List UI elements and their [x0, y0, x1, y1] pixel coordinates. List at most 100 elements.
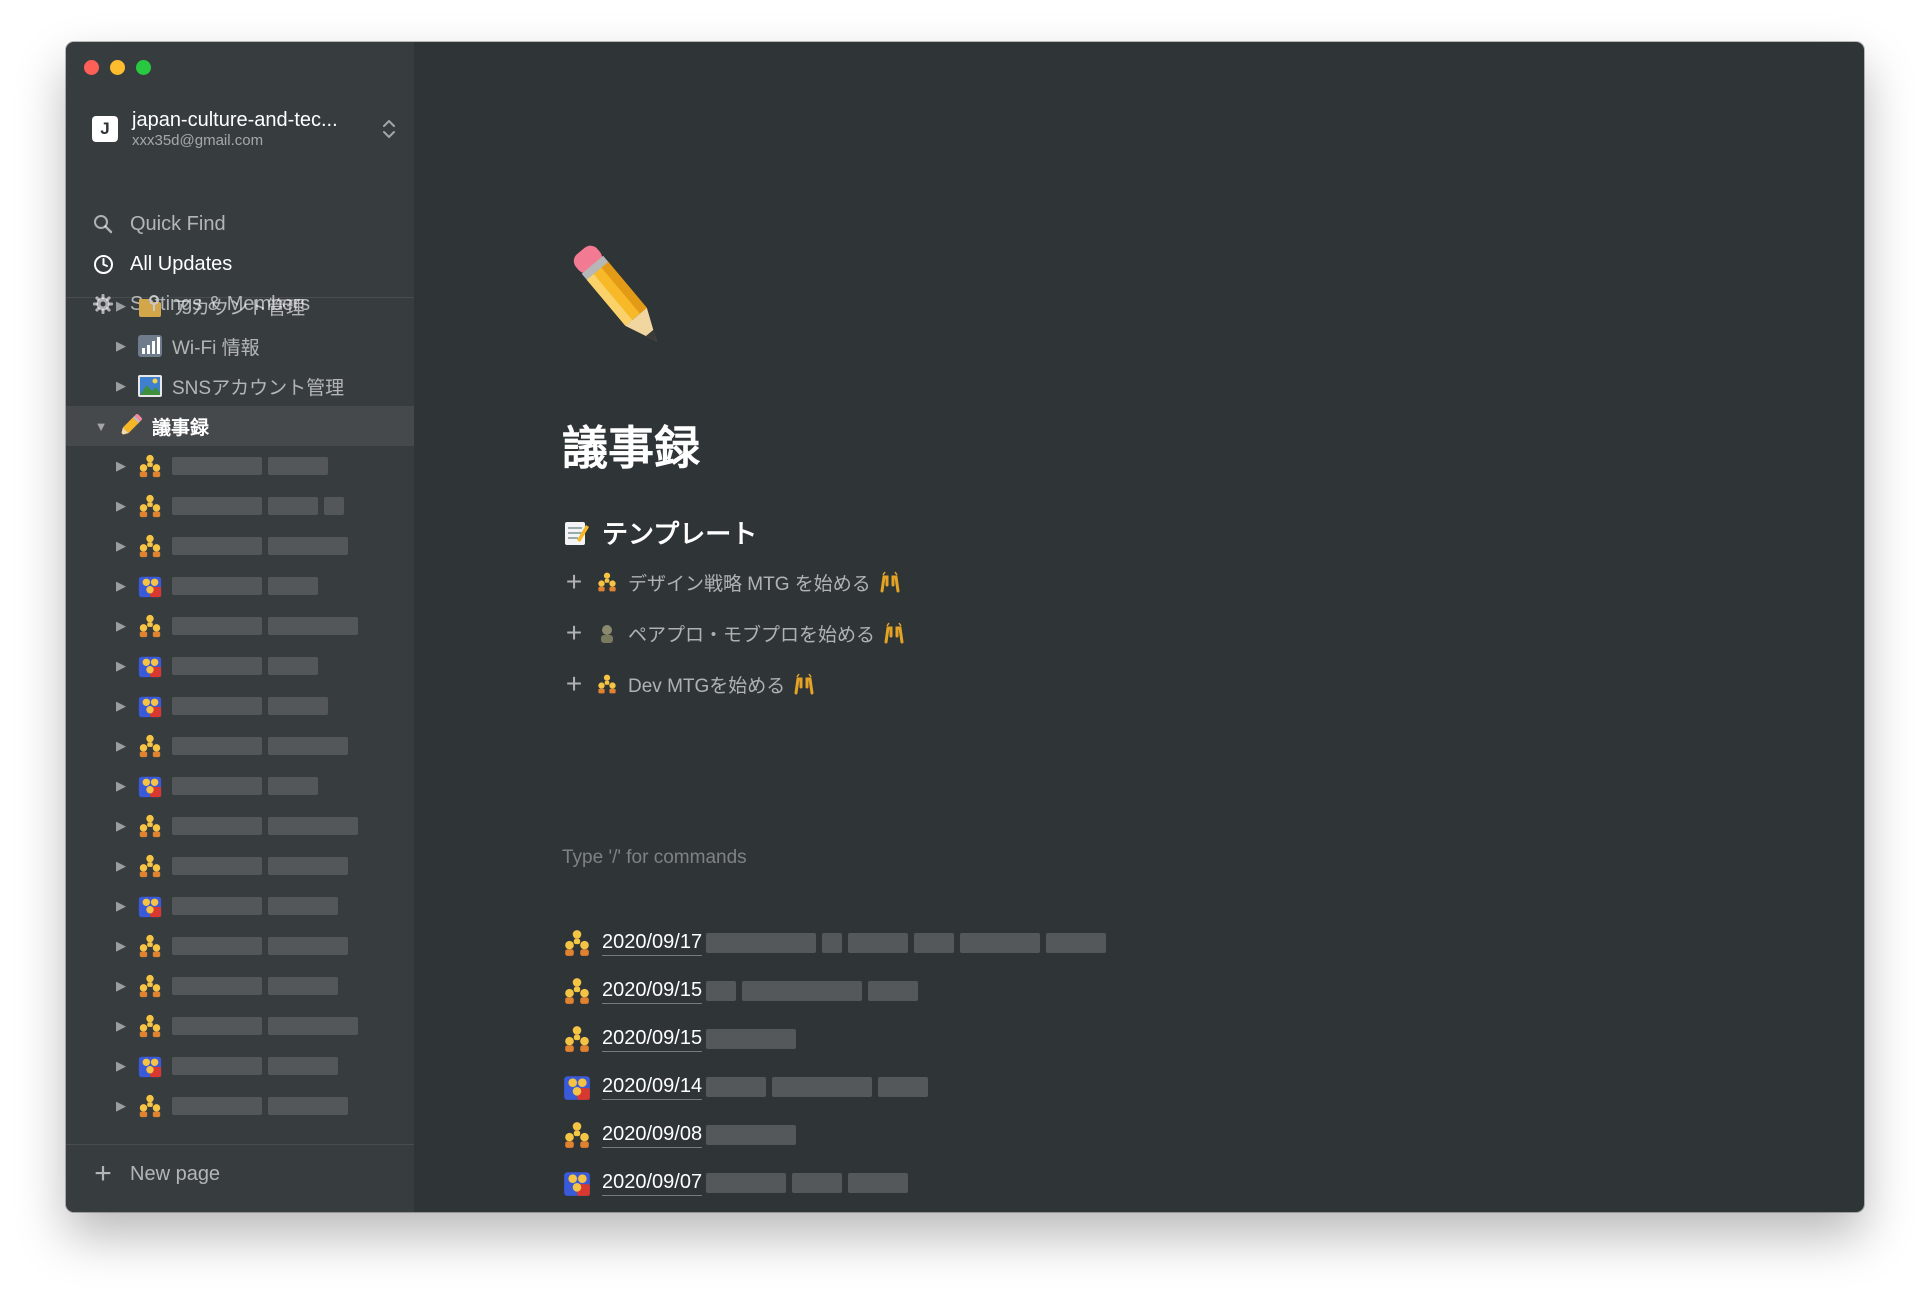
sidebar-item-minutes[interactable]: ▼ 議事録 — [66, 406, 414, 446]
sidebar-child-page[interactable]: ▶ — [66, 806, 414, 846]
plus-icon: + — [565, 566, 583, 597]
sidebar-child-page[interactable]: ▶ — [66, 1006, 414, 1046]
people-icon — [136, 652, 164, 680]
people-icon — [136, 612, 164, 640]
people-icon — [562, 1168, 592, 1198]
caret-right-icon[interactable]: ▶ — [112, 1058, 130, 1074]
new-page-label: New page — [130, 1162, 221, 1185]
sidebar-item-account[interactable]: ▶ アカウント管理 — [66, 294, 414, 326]
people-icon — [136, 772, 164, 800]
people-icon — [136, 892, 164, 920]
sidebar-child-page[interactable]: ▶ — [66, 526, 414, 566]
caret-right-icon[interactable]: ▶ — [112, 538, 130, 554]
sidebar-child-page[interactable]: ▶ — [66, 1046, 414, 1086]
caret-right-icon[interactable]: ▶ — [112, 458, 130, 474]
caret-right-icon[interactable]: ▶ — [112, 618, 130, 634]
caret-right-icon[interactable]: ▶ — [112, 578, 130, 594]
caret-right-icon[interactable]: ▶ — [112, 778, 130, 794]
people-icon — [562, 1024, 592, 1054]
minutes-entry[interactable]: 2020/09/15 — [562, 1021, 797, 1057]
sidebar-child-page[interactable]: ▶ — [66, 566, 414, 606]
people-icon — [136, 812, 164, 840]
minimize-window-button[interactable] — [110, 60, 125, 75]
caret-right-icon[interactable]: ▶ — [112, 658, 130, 674]
sidebar-child-page[interactable]: ▶ — [66, 686, 414, 726]
workspace-switcher[interactable]: J japan-culture-and-tec... xxx35d@gmail.… — [92, 104, 396, 154]
redacted-title — [172, 617, 358, 635]
entry-date: 2020/09/07 — [602, 1171, 703, 1196]
caret-right-icon[interactable]: ▶ — [112, 698, 130, 714]
redacted-title — [172, 737, 348, 755]
minutes-entry[interactable]: 2020/09/14 — [562, 1069, 929, 1105]
window-controls — [84, 60, 151, 75]
template-heading[interactable]: テンプレート — [562, 514, 757, 551]
sidebar-child-page[interactable]: ▶ — [66, 1086, 414, 1126]
minutes-entry[interactable]: 2020/09/15 — [562, 973, 919, 1009]
chevron-updown-icon — [382, 119, 396, 139]
template-button-dev[interactable]: + Dev MTGを始める — [564, 668, 815, 700]
sidebar-child-page[interactable]: ▶ — [66, 606, 414, 646]
caret-right-icon[interactable]: ▶ — [112, 378, 130, 394]
all-updates-label: All Updates — [130, 252, 233, 275]
redacted-title — [706, 1077, 929, 1097]
entry-date: 2020/09/15 — [602, 979, 703, 1004]
minutes-entry[interactable]: 2020/09/17 — [562, 925, 1107, 961]
caret-right-icon[interactable]: ▶ — [112, 898, 130, 914]
people-icon — [562, 1072, 592, 1102]
redacted-title — [172, 657, 318, 675]
caret-right-icon[interactable]: ▶ — [112, 338, 130, 354]
page-content: 議事録 テンプレート + デザイン戦略 MTG を始める + ペアプロ・モブプロ… — [414, 42, 1864, 1212]
page-tree: ▶ アカウント管理 ▶ Wi-Fi 情報 ▶ SNSアカウント管理 ▼ 議事録 … — [66, 294, 414, 1144]
redacted-title — [172, 697, 328, 715]
redacted-title — [172, 777, 318, 795]
caret-right-icon[interactable]: ▶ — [112, 498, 130, 514]
caret-right-icon[interactable]: ▶ — [112, 1098, 130, 1114]
sidebar-child-page[interactable]: ▶ — [66, 446, 414, 486]
sidebar-child-page[interactable]: ▶ — [66, 966, 414, 1006]
caret-right-icon[interactable]: ▶ — [112, 978, 130, 994]
sidebar-child-page[interactable]: ▶ — [66, 766, 414, 806]
clock-icon — [90, 251, 116, 277]
picture-icon — [136, 372, 164, 400]
sidebar-child-page[interactable]: ▶ — [66, 846, 414, 886]
quick-find-label: Quick Find — [130, 212, 226, 235]
people-icon — [136, 1092, 164, 1120]
template-button-design[interactable]: + デザイン戦略 MTG を始める — [564, 566, 901, 598]
new-page-button[interactable]: + New page — [90, 1156, 220, 1192]
sidebar-child-page[interactable]: ▶ — [66, 726, 414, 766]
people-icon — [562, 976, 592, 1006]
sidebar-child-page[interactable]: ▶ — [66, 646, 414, 686]
quick-find-button[interactable]: Quick Find — [90, 206, 226, 242]
pencil-icon[interactable] — [562, 240, 682, 360]
caret-right-icon[interactable]: ▶ — [112, 738, 130, 754]
caret-right-icon[interactable]: ▶ — [112, 818, 130, 834]
sidebar-item-wifi[interactable]: ▶ Wi-Fi 情報 — [66, 326, 414, 366]
caret-right-icon[interactable]: ▶ — [112, 1018, 130, 1034]
maximize-window-button[interactable] — [136, 60, 151, 75]
redacted-title — [172, 937, 348, 955]
all-updates-button[interactable]: All Updates — [90, 246, 232, 282]
template-button-pairprog[interactable]: + ペアプロ・モブプロを始める — [564, 617, 905, 649]
caret-right-icon[interactable]: ▶ — [112, 858, 130, 874]
caret-down-icon[interactable]: ▼ — [92, 419, 110, 434]
plus-icon: + — [565, 668, 583, 699]
command-placeholder[interactable]: Type '/' for commands — [562, 847, 747, 869]
minutes-entry[interactable]: 2020/09/08 — [562, 1117, 797, 1153]
sidebar-child-page[interactable]: ▶ — [66, 926, 414, 966]
people-icon — [596, 622, 618, 644]
sidebar-item-sns[interactable]: ▶ SNSアカウント管理 — [66, 366, 414, 406]
caret-right-icon[interactable]: ▶ — [112, 938, 130, 954]
entry-date: 2020/09/15 — [602, 1027, 703, 1052]
close-window-button[interactable] — [84, 60, 99, 75]
memo-icon — [562, 519, 590, 547]
page-title[interactable]: 議事録 — [562, 412, 700, 478]
sidebar-child-page[interactable]: ▶ — [66, 886, 414, 926]
sidebar-child-page[interactable]: ▶ — [66, 486, 414, 526]
sidebar-item-label: 議事録 — [152, 417, 210, 439]
redacted-title — [172, 457, 328, 475]
minutes-entry[interactable]: 2020/09/07 — [562, 1165, 909, 1201]
redacted-title — [172, 857, 348, 875]
workspace-email: xxx35d@gmail.com — [132, 132, 264, 149]
redacted-title — [706, 981, 919, 1001]
caret-right-icon[interactable]: ▶ — [112, 298, 130, 314]
